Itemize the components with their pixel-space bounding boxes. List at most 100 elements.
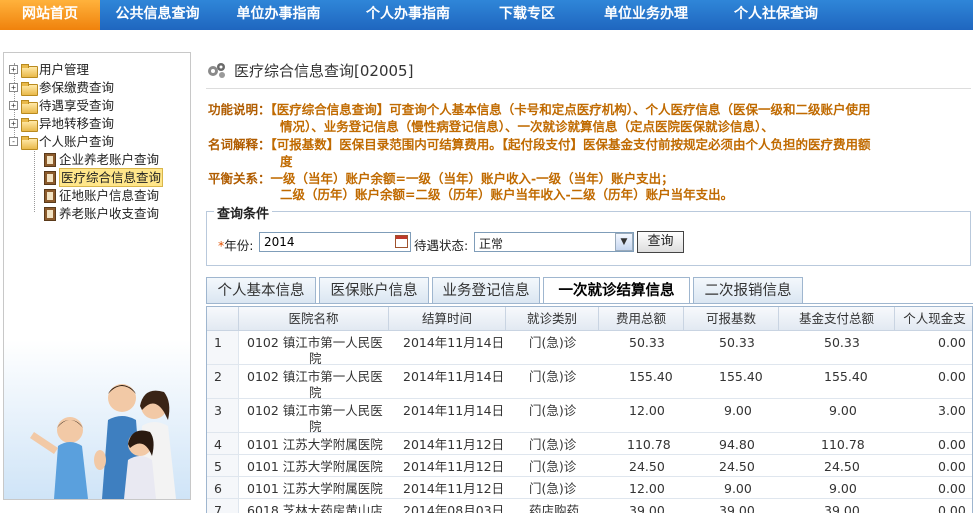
cell-cash: 0.00 bbox=[938, 369, 966, 384]
cell-time: 2014年11月12日 bbox=[403, 481, 505, 496]
status-label: 待遇状态: bbox=[414, 238, 469, 253]
document-icon bbox=[44, 188, 56, 203]
gears-icon bbox=[208, 63, 225, 78]
tab-business-registration[interactable]: 业务登记信息 bbox=[432, 277, 540, 303]
tree-item-label: 参保缴费查询 bbox=[39, 80, 115, 95]
table-row[interactable]: 4 0101 江苏大学附属医院 2014年11月12日 门(急)诊 110.78… bbox=[207, 433, 972, 455]
folder-icon bbox=[21, 99, 38, 114]
table-row[interactable]: 7 6018 芝林大药房黄山店 2014年08月03日 药店购药 39.00 3… bbox=[207, 499, 972, 513]
expand-icon[interactable]: + bbox=[9, 101, 18, 110]
cell-total: 12.00 bbox=[629, 403, 665, 418]
cell-fund: 110.78 bbox=[821, 437, 865, 452]
header-settle-time[interactable]: 结算时间 bbox=[389, 307, 506, 331]
tab-first-settlement[interactable]: 一次就诊结算信息 bbox=[543, 277, 690, 304]
cell-type: 门(急)诊 bbox=[529, 481, 577, 496]
cell-fund: 155.40 bbox=[824, 369, 868, 384]
cell-fund: 50.33 bbox=[824, 335, 860, 350]
query-button[interactable]: 查询 bbox=[637, 231, 684, 253]
table-row[interactable]: 2 0102 镇江市第一人民医院 2014年11月14日 门(急)诊 155.4… bbox=[207, 365, 972, 400]
expand-icon[interactable]: + bbox=[9, 83, 18, 92]
cell-fund: 9.00 bbox=[829, 481, 857, 496]
cell-type: 门(急)诊 bbox=[529, 335, 577, 350]
cell-time: 2014年11月14日 bbox=[403, 403, 505, 418]
function-label: 功能说明： bbox=[208, 102, 271, 117]
header-hospital[interactable]: 医院名称 bbox=[239, 307, 389, 331]
cell-hospital: 0102 镇江市第一人民医院 bbox=[247, 335, 383, 366]
tree-item-personal-account[interactable]: - 个人账户查询 bbox=[9, 133, 114, 150]
cell-cash: 0.00 bbox=[938, 335, 966, 350]
open-folder-icon bbox=[21, 135, 38, 150]
nav-unit-business[interactable]: 单位业务办理 bbox=[580, 0, 712, 30]
collapse-icon[interactable]: - bbox=[9, 137, 18, 146]
title-divider bbox=[206, 88, 971, 89]
tab-medical-account[interactable]: 医保账户信息 bbox=[319, 277, 429, 303]
cell-type: 药店购药 bbox=[529, 503, 580, 513]
term-text-line1: 【可报基数】医保目录范围内可结算费用。【起付段支付】医保基金支付前按规定必须由个… bbox=[270, 137, 871, 152]
tree-item-contribution-query[interactable]: + 参保缴费查询 bbox=[9, 79, 114, 96]
row-number: 2 bbox=[207, 365, 239, 398]
cell-base: 39.00 bbox=[719, 503, 755, 513]
tree-item-transfer-query[interactable]: + 异地转移查询 bbox=[9, 115, 114, 132]
function-text-line2: 情况）、业务登记信息（慢性病登记信息）、一次就诊就算信息（定点医院医保就诊信息）… bbox=[280, 119, 774, 134]
table-row[interactable]: 1 0102 镇江市第一人民医院 2014年11月14日 门(急)诊 50.33… bbox=[207, 331, 972, 366]
settlement-grid: 医院名称 结算时间 就诊类别 费用总额 可报基数 基金支付总额 个人现金支 1 … bbox=[206, 306, 973, 513]
header-base[interactable]: 可报基数 bbox=[684, 307, 779, 331]
header-fund[interactable]: 基金支付总额 bbox=[779, 307, 895, 331]
nav-download[interactable]: 下载专区 bbox=[474, 0, 580, 30]
tree-item-benefit-query[interactable]: + 待遇享受查询 bbox=[9, 97, 114, 114]
tree-item-label: 养老账户收支查询 bbox=[59, 206, 160, 221]
cell-fund: 24.50 bbox=[824, 459, 860, 474]
tab-personal-info[interactable]: 个人基本信息 bbox=[206, 277, 316, 303]
tree-item-medical-info[interactable]: 医疗综合信息查询 bbox=[44, 168, 164, 187]
cell-cash: 0.00 bbox=[938, 459, 966, 474]
expand-icon[interactable]: + bbox=[9, 65, 18, 74]
header-cash[interactable]: 个人现金支 bbox=[895, 307, 972, 331]
tree-item-user-management[interactable]: + 用户管理 bbox=[9, 61, 89, 78]
header-total[interactable]: 费用总额 bbox=[599, 307, 684, 331]
calendar-icon[interactable] bbox=[395, 235, 408, 248]
expand-icon[interactable]: + bbox=[9, 119, 18, 128]
tree-item-enterprise-pension[interactable]: 企业养老账户查询 bbox=[44, 151, 159, 168]
cell-type: 门(急)诊 bbox=[529, 459, 577, 474]
cell-time: 2014年11月14日 bbox=[403, 335, 505, 350]
page-title: 医疗综合信息查询[02005] bbox=[234, 62, 414, 80]
header-rownum bbox=[207, 307, 239, 331]
cell-cash: 0.00 bbox=[938, 437, 966, 452]
cell-base: 94.80 bbox=[719, 437, 755, 452]
table-row[interactable]: 6 0101 江苏大学附属医院 2014年11月12日 门(急)诊 12.00 … bbox=[207, 477, 972, 499]
nav-public-info[interactable]: 公共信息查询 bbox=[100, 0, 215, 30]
tab-second-reimbursement[interactable]: 二次报销信息 bbox=[693, 277, 803, 303]
tab-divider bbox=[206, 303, 973, 304]
document-icon bbox=[44, 152, 56, 167]
balance-text-line2: 二级（历年）账户余额=二级（历年）账户当年收入-二级（历年）账户当年支出。 bbox=[280, 187, 734, 202]
cell-time: 2014年11月12日 bbox=[403, 437, 505, 452]
status-select[interactable]: 正常 bbox=[474, 232, 634, 252]
cell-base: 9.00 bbox=[724, 403, 752, 418]
cell-hospital: 0102 镇江市第一人民医院 bbox=[247, 403, 383, 434]
cell-fund: 39.00 bbox=[824, 503, 860, 513]
year-input[interactable] bbox=[259, 232, 411, 252]
balance-text-line1: 一级（当年）账户余额=一级（当年）账户收入-一级（当年）账户支出； bbox=[270, 171, 674, 186]
table-row[interactable]: 3 0102 镇江市第一人民医院 2014年11月14日 门(急)诊 12.00… bbox=[207, 399, 972, 434]
nav-home[interactable]: 网站首页 bbox=[0, 0, 100, 30]
balance-description: 平衡关系：一级（当年）账户余额=一级（当年）账户收入-一级（当年）账户支出； bbox=[208, 170, 674, 187]
document-icon bbox=[44, 170, 56, 185]
document-icon bbox=[44, 206, 56, 221]
nav-unit-guide[interactable]: 单位办事指南 bbox=[215, 0, 342, 30]
nav-personal-guide[interactable]: 个人办事指南 bbox=[342, 0, 474, 30]
cell-cash: 0.00 bbox=[938, 481, 966, 496]
chevron-down-icon[interactable]: ▼ bbox=[615, 233, 633, 251]
year-label-text: 年份: bbox=[224, 238, 254, 253]
nav-personal-social-security[interactable]: 个人社保查询 bbox=[712, 0, 840, 30]
function-text-line1: 【医疗综合信息查询】可查询个人基本信息（卡号和定点医疗机构）、个人医疗信息（医保… bbox=[270, 102, 871, 117]
family-illustration bbox=[4, 340, 190, 499]
cell-total: 50.33 bbox=[629, 335, 665, 350]
table-row[interactable]: 5 0101 江苏大学附属医院 2014年11月12日 门(急)诊 24.50 … bbox=[207, 455, 972, 477]
cell-total: 110.78 bbox=[627, 437, 671, 452]
cell-base: 155.40 bbox=[719, 369, 763, 384]
tree-item-label: 用户管理 bbox=[39, 62, 90, 77]
header-visit-type[interactable]: 就诊类别 bbox=[506, 307, 599, 331]
tree-item-label: 企业养老账户查询 bbox=[59, 152, 160, 167]
tree-item-land-account[interactable]: 征地账户信息查询 bbox=[44, 187, 159, 204]
tree-item-pension-balance[interactable]: 养老账户收支查询 bbox=[44, 205, 159, 222]
